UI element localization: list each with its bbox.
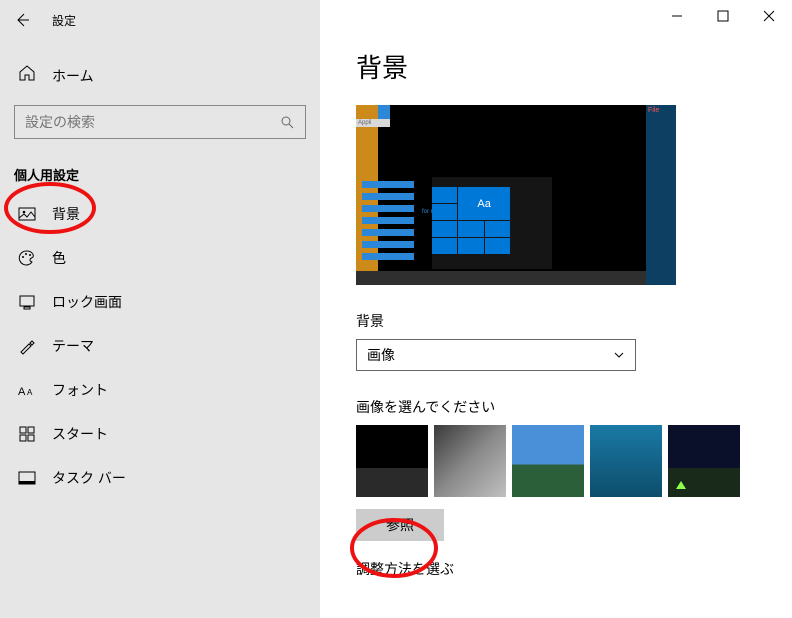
sidebar-item-label: スタート bbox=[52, 424, 108, 444]
font-icon: AA bbox=[18, 381, 36, 399]
sidebar-item-colors[interactable]: 色 bbox=[0, 236, 320, 280]
browse-button[interactable]: 参照 bbox=[356, 509, 444, 541]
content-inner: 背景 Appli File for now Aa 背景 画像 画像を選んでくださ… bbox=[320, 0, 792, 579]
sidebar-nav: 背景 色 ロック画面 テーマ AA フォント スタート タスク バー bbox=[0, 192, 320, 500]
thumbnail-1[interactable] bbox=[356, 425, 428, 497]
preview-file-label: File bbox=[646, 105, 676, 285]
theme-icon bbox=[18, 337, 36, 355]
sidebar-home[interactable]: ホーム bbox=[0, 54, 320, 97]
sidebar: 設定 ホーム 個人用設定 背景 色 ロック画面 テーマ bbox=[0, 0, 320, 618]
sidebar-item-taskbar[interactable]: タスク バー bbox=[0, 456, 320, 500]
close-icon bbox=[763, 10, 775, 22]
content: 背景 Appli File for now Aa 背景 画像 画像を選んでくださ… bbox=[320, 0, 792, 618]
back-button[interactable] bbox=[12, 10, 32, 30]
thumbnail-2[interactable] bbox=[434, 425, 506, 497]
sidebar-item-lockscreen[interactable]: ロック画面 bbox=[0, 280, 320, 324]
sidebar-home-label: ホーム bbox=[52, 66, 94, 86]
taskbar-icon bbox=[18, 469, 36, 487]
minimize-button[interactable] bbox=[654, 0, 700, 32]
background-dropdown[interactable]: 画像 bbox=[356, 339, 636, 371]
close-button[interactable] bbox=[746, 0, 792, 32]
search-box[interactable] bbox=[14, 105, 306, 139]
svg-text:A: A bbox=[18, 386, 26, 397]
start-icon bbox=[18, 425, 36, 443]
thumbnail-3[interactable] bbox=[512, 425, 584, 497]
sidebar-item-label: フォント bbox=[52, 380, 108, 400]
pick-image-label: 画像を選んでください bbox=[356, 397, 756, 417]
search-input[interactable] bbox=[25, 114, 279, 130]
sidebar-item-start[interactable]: スタート bbox=[0, 412, 320, 456]
sidebar-header: 設定 bbox=[0, 0, 320, 40]
sidebar-item-label: 色 bbox=[52, 248, 66, 268]
search-wrap bbox=[14, 105, 306, 139]
sidebar-item-label: タスク バー bbox=[52, 468, 126, 488]
sidebar-item-label: 背景 bbox=[52, 204, 80, 224]
chevron-down-icon bbox=[613, 349, 625, 361]
desktop-preview: Appli File for now Aa bbox=[356, 105, 676, 285]
maximize-icon bbox=[717, 10, 729, 22]
sidebar-item-label: テーマ bbox=[52, 336, 94, 356]
preview-appli-label: Appli bbox=[356, 119, 390, 127]
minimize-icon bbox=[671, 10, 683, 22]
background-label: 背景 bbox=[356, 311, 756, 331]
home-icon bbox=[18, 64, 36, 87]
page-title: 背景 bbox=[356, 48, 756, 85]
search-icon bbox=[279, 114, 295, 130]
maximize-button[interactable] bbox=[700, 0, 746, 32]
arrow-left-icon bbox=[14, 12, 30, 28]
fit-label: 調整方法を選ぶ bbox=[356, 559, 756, 579]
sidebar-item-fonts[interactable]: AA フォント bbox=[0, 368, 320, 412]
sidebar-section-title: 個人用設定 bbox=[0, 139, 320, 192]
window-title: 設定 bbox=[52, 12, 76, 29]
image-thumbnails bbox=[356, 425, 756, 497]
sidebar-item-background[interactable]: 背景 bbox=[0, 192, 320, 236]
sidebar-item-label: ロック画面 bbox=[52, 292, 122, 312]
lockscreen-icon bbox=[18, 293, 36, 311]
thumbnail-4[interactable] bbox=[590, 425, 662, 497]
background-dropdown-value: 画像 bbox=[367, 345, 395, 365]
svg-text:A: A bbox=[27, 388, 33, 397]
palette-icon bbox=[18, 249, 36, 267]
sidebar-item-themes[interactable]: テーマ bbox=[0, 324, 320, 368]
titlebar bbox=[654, 0, 792, 32]
picture-icon bbox=[18, 205, 36, 223]
preview-aa-tile: Aa bbox=[458, 187, 510, 220]
thumbnail-5[interactable] bbox=[668, 425, 740, 497]
